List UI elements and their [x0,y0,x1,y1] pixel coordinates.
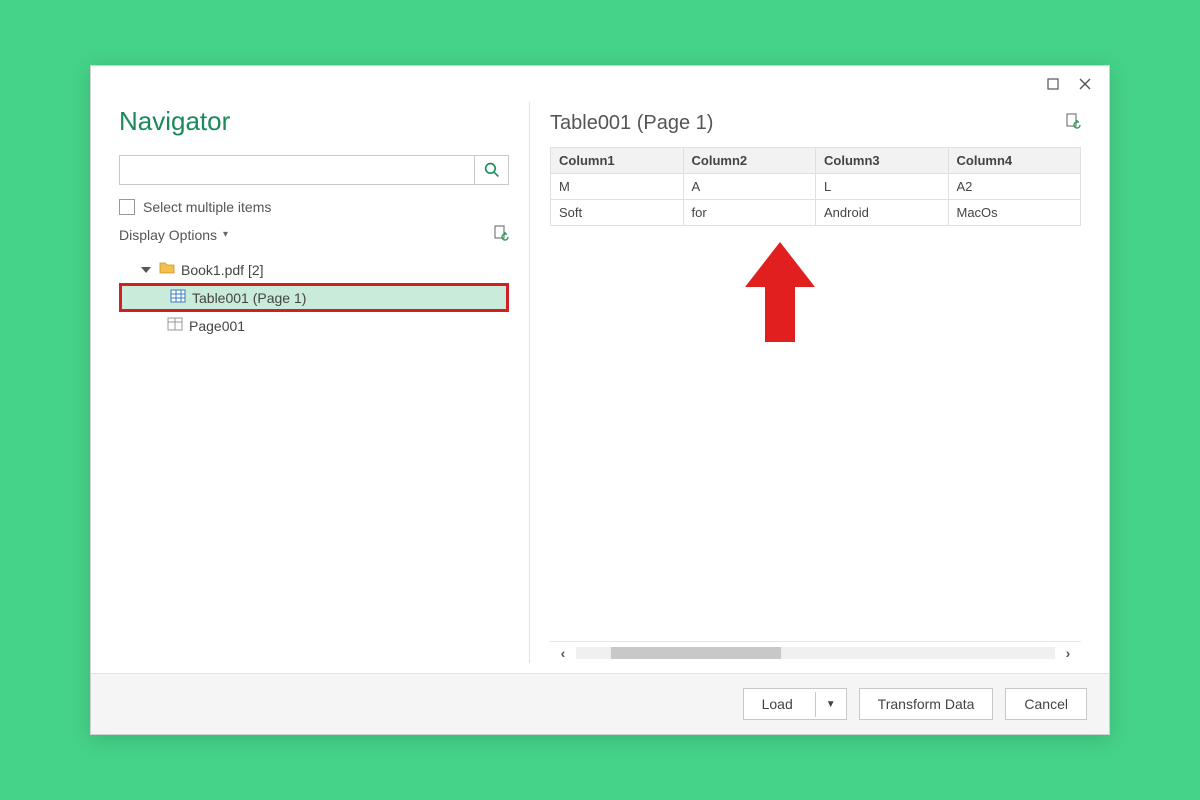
navigator-tree: Book1.pdf [2] Table001 (Page 1) Page001 [119,256,509,339]
transform-data-label: Transform Data [878,696,975,712]
table-row: Soft for Android MacOs [551,200,1081,226]
maximize-icon [1047,78,1059,90]
cancel-button[interactable]: Cancel [1005,688,1087,720]
load-button[interactable]: Load ▼ [743,688,847,720]
table-cell: A [683,174,816,200]
annotation-arrow [745,242,815,345]
up-arrow-icon [745,242,815,342]
scroll-thumb[interactable] [611,647,781,659]
table-cell: Soft [551,200,684,226]
close-button[interactable] [1069,70,1101,98]
page-icon [167,316,183,335]
table-row: M A L A2 [551,174,1081,200]
tree-root-label: Book1.pdf [2] [181,262,264,278]
refresh-button[interactable] [493,225,509,244]
dialog-title: Navigator [119,106,509,137]
cancel-label: Cancel [1024,696,1068,712]
horizontal-scrollbar[interactable]: ‹ › [550,641,1081,663]
tree-item-label: Table001 (Page 1) [192,290,306,306]
table-cell: MacOs [948,200,1081,226]
table-cell: Android [816,200,949,226]
select-multiple-checkbox[interactable] [119,199,135,215]
search-button[interactable] [474,156,508,184]
select-multiple-row[interactable]: Select multiple items [119,199,509,215]
scroll-right-button[interactable]: › [1055,645,1081,661]
column-header[interactable]: Column3 [816,148,949,174]
dialog-footer: Load ▼ Transform Data Cancel [91,673,1109,734]
refresh-icon [1065,113,1081,129]
table-cell: for [683,200,816,226]
tree-item-table001[interactable]: Table001 (Page 1) [119,283,509,312]
load-dropdown-toggle[interactable]: ▼ [815,692,846,717]
maximize-button[interactable] [1037,70,1069,98]
navigator-left-pane: Navigator Select multiple items Display … [119,102,509,663]
transform-data-button[interactable]: Transform Data [859,688,994,720]
tree-root[interactable]: Book1.pdf [2] [119,256,509,283]
search-input[interactable] [120,156,474,184]
table-cell: A2 [948,174,1081,200]
tree-item-label: Page001 [189,318,245,334]
column-header[interactable]: Column2 [683,148,816,174]
navigator-dialog: Navigator Select multiple items Display … [90,65,1110,735]
chevron-down-icon: ▾ [223,229,228,240]
select-multiple-label: Select multiple items [143,199,271,215]
pane-divider [529,102,530,663]
column-header[interactable]: Column4 [948,148,1081,174]
load-button-label: Load [744,689,811,719]
table-icon [170,288,186,307]
tree-item-page001[interactable]: Page001 [119,312,509,339]
folder-icon [159,260,175,279]
column-header[interactable]: Column1 [551,148,684,174]
scroll-track[interactable] [576,647,1055,659]
scroll-left-button[interactable]: ‹ [550,645,576,661]
table-cell: L [816,174,949,200]
expand-caret-icon [141,267,151,273]
search-field[interactable] [119,155,509,185]
refresh-icon [493,225,509,241]
preview-pane: Table001 (Page 1) Column1 Column2 Column… [550,102,1081,663]
preview-title: Table001 (Page 1) [550,112,713,135]
window-titlebar [91,66,1109,102]
close-icon [1079,78,1091,90]
preview-refresh-button[interactable] [1065,112,1081,135]
display-options-dropdown[interactable]: Display Options ▾ [119,227,228,243]
search-icon [484,162,500,178]
display-options-label: Display Options [119,227,217,243]
preview-table: Column1 Column2 Column3 Column4 M A L A2… [550,147,1081,226]
table-cell: M [551,174,684,200]
